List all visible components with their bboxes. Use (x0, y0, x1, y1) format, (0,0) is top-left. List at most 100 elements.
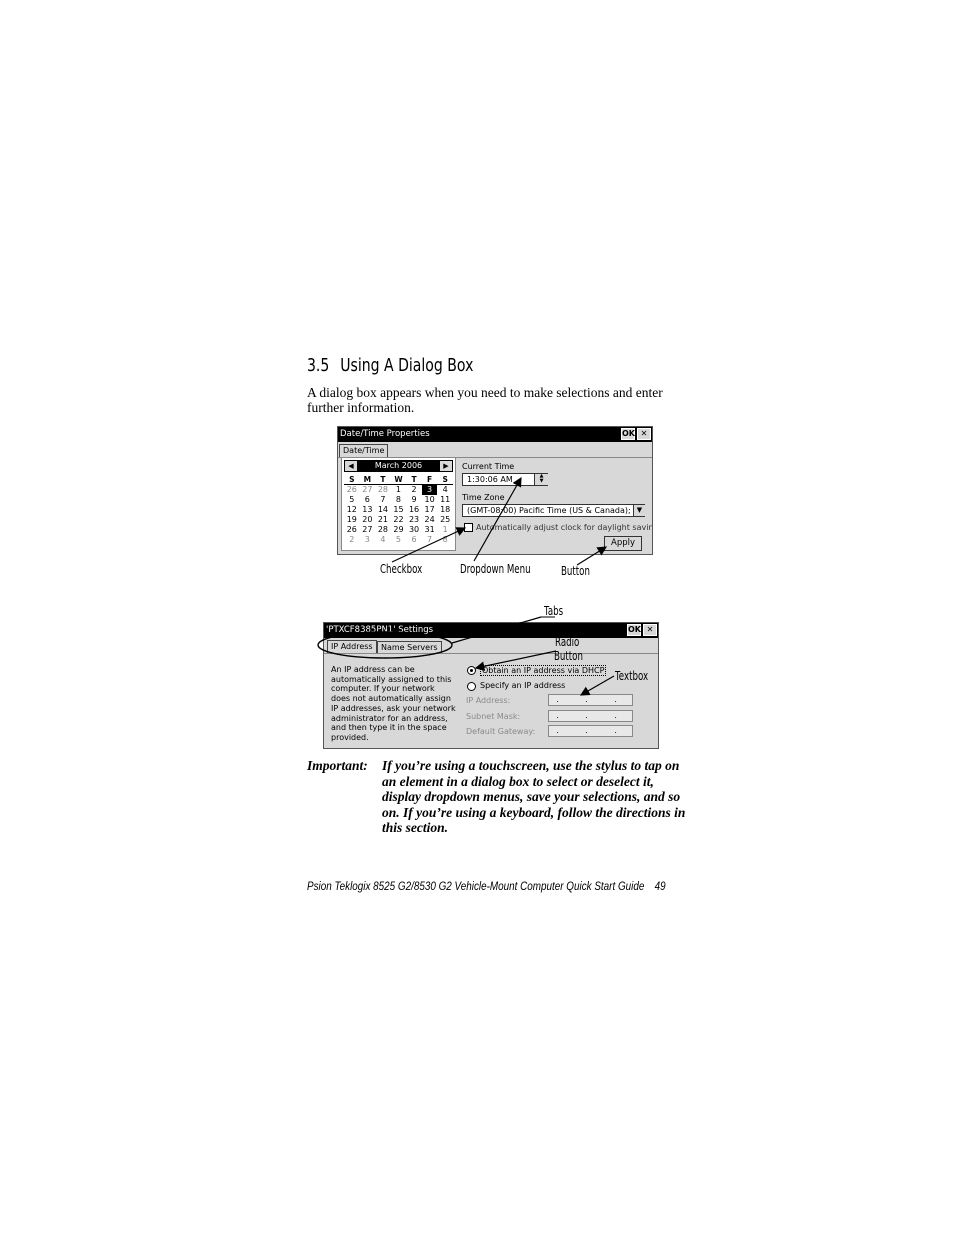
specify-ip-label: Specify an IP address (480, 681, 566, 690)
calendar-day[interactable]: 7 (422, 535, 438, 545)
calendar-day[interactable]: 16 (406, 505, 422, 515)
dhcp-radio[interactable] (467, 666, 476, 675)
calendar-week: 19 20 21 22 23 24 25 (344, 515, 453, 525)
dhcp-label: Obtain an IP address via DHCP (480, 665, 607, 676)
weekday: T (406, 474, 422, 485)
time-spinner[interactable]: ▲ ▼ (534, 474, 548, 485)
footer-title: Psion Teklogix 8525 G2/8530 G2 Vehicle-M… (307, 881, 645, 893)
calendar-day[interactable]: 30 (406, 525, 422, 535)
calendar-day[interactable]: 27 (360, 525, 376, 535)
specify-ip-radio[interactable] (467, 682, 476, 691)
calendar-day[interactable]: 3 (360, 535, 376, 545)
calendar-day[interactable]: 24 (422, 515, 438, 525)
calendar[interactable]: ◀ March 2006 ▶ S M T W T F S 26 27 28 1 … (341, 457, 456, 551)
calendar-day[interactable]: 4 (375, 535, 391, 545)
default-gateway-dots: . . . (556, 726, 629, 735)
subnet-mask-dots: . . . (556, 711, 629, 720)
calendar-day[interactable]: 27 (360, 485, 376, 496)
calendar-week: 26 27 28 29 30 31 1 (344, 525, 453, 535)
calendar-week: 5 6 7 8 9 10 11 (344, 495, 453, 505)
radio-callout-button: Button (554, 649, 583, 663)
calendar-day[interactable]: 14 (375, 505, 391, 515)
calendar-day[interactable]: 26 (344, 485, 360, 496)
calendar-day[interactable]: 19 (344, 515, 360, 525)
calendar-day[interactable]: 11 (437, 495, 453, 505)
dst-label: Automatically adjust clock for daylight … (476, 523, 653, 532)
tab-name-servers[interactable]: Name Servers (377, 641, 442, 653)
calendar-day[interactable]: 6 (360, 495, 376, 505)
weekday: W (390, 474, 407, 485)
close-button[interactable]: ✕ (643, 624, 657, 636)
calendar-day[interactable]: 17 (422, 505, 438, 515)
calendar-day[interactable]: 18 (437, 505, 453, 515)
subnet-mask-label: Subnet Mask: (466, 712, 521, 721)
button-callout: Button (561, 564, 590, 578)
weekday: S (344, 474, 360, 485)
calendar-day[interactable]: 10 (422, 495, 438, 505)
calendar-day[interactable]: 20 (360, 515, 376, 525)
calendar-day[interactable]: 5 (391, 535, 407, 545)
tabs-callout: Tabs (544, 604, 564, 618)
next-month-icon[interactable]: ▶ (440, 461, 452, 471)
calendar-day[interactable]: 9 (406, 495, 422, 505)
calendar-day[interactable]: 8 (437, 535, 453, 545)
calendar-day[interactable]: 1 (391, 485, 407, 496)
calendar-grid: S M T W T F S 26 27 28 1 2 3 4 5 6 7 8 9… (344, 474, 453, 545)
calendar-day[interactable]: 28 (375, 485, 391, 496)
time-zone-dropdown[interactable]: (GMT-08:00) Pacific Time (US & Canada); … (462, 504, 645, 517)
calendar-day[interactable]: 8 (391, 495, 407, 505)
radio-callout: Radio (555, 635, 580, 649)
calendar-day[interactable]: 29 (391, 525, 407, 535)
apply-button[interactable]: Apply (604, 536, 642, 551)
calendar-day[interactable]: 4 (437, 485, 453, 496)
section-heading: 3.5 Using A Dialog Box (307, 355, 473, 376)
important-text: If you’re using a touchscreen, use the s… (382, 758, 686, 835)
calendar-week: 12 13 14 15 16 17 18 (344, 505, 453, 515)
calendar-week: 2 3 4 5 6 7 8 (344, 535, 453, 545)
time-zone-label: Time Zone (462, 493, 505, 502)
weekday: F (421, 474, 438, 485)
dropdown-arrow-icon[interactable]: ▼ (633, 505, 645, 516)
ok-button[interactable]: OK (627, 624, 641, 636)
calendar-day[interactable]: 21 (375, 515, 391, 525)
calendar-month: March 2006 (374, 461, 423, 470)
close-button[interactable]: ✕ (637, 428, 651, 440)
callout-arrows (317, 476, 615, 696)
calendar-day[interactable]: 2 (406, 485, 422, 496)
calendar-day[interactable]: 28 (375, 525, 391, 535)
dropdown-callout: Dropdown Menu (460, 562, 531, 576)
spin-down-icon[interactable]: ▼ (535, 479, 548, 484)
subnet-mask-field[interactable]: . . . (548, 710, 633, 722)
calendar-day[interactable]: 13 (360, 505, 376, 515)
calendar-day[interactable]: 12 (344, 505, 360, 515)
section-number: 3.5 (307, 355, 330, 376)
calendar-day[interactable]: 5 (344, 495, 360, 505)
weekday-row: S M T W T F S (344, 474, 453, 485)
calendar-day[interactable]: 2 (344, 535, 360, 545)
default-gateway-label: Default Gateway: (466, 727, 536, 736)
calendar-day[interactable]: 15 (391, 505, 407, 515)
time-zone-value: (GMT-08:00) Pacific Time (US & Canada); … (467, 506, 643, 515)
ip-address-field[interactable]: . . . (548, 694, 633, 706)
weekday: S (437, 474, 453, 485)
calendar-week: 26 27 28 1 2 3 4 (344, 484, 453, 496)
calendar-day[interactable]: 1 (437, 525, 453, 535)
calendar-day[interactable]: 25 (437, 515, 453, 525)
calendar-day-selected[interactable]: 3 (421, 484, 438, 495)
calendar-day[interactable]: 22 (391, 515, 407, 525)
settings-dialog: 'PTXCF8385PN1' Settings OK ✕ IP Address … (323, 622, 659, 749)
calendar-day[interactable]: 23 (406, 515, 422, 525)
section-title: Using A Dialog Box (340, 355, 474, 376)
ok-button[interactable]: OK (621, 428, 635, 440)
calendar-day[interactable]: 31 (422, 525, 438, 535)
default-gateway-field[interactable]: . . . (548, 725, 633, 737)
dst-checkbox[interactable] (464, 523, 473, 532)
tab-ip-address[interactable]: IP Address (327, 640, 377, 653)
calendar-header: ◀ March 2006 ▶ (344, 460, 453, 472)
calendar-day[interactable]: 7 (375, 495, 391, 505)
tab-date-time[interactable]: Date/Time (339, 444, 389, 457)
calendar-day[interactable]: 26 (344, 525, 360, 535)
important-label: Important: (307, 758, 368, 773)
textbox-callout: Textbox (615, 669, 649, 683)
calendar-day[interactable]: 6 (406, 535, 422, 545)
